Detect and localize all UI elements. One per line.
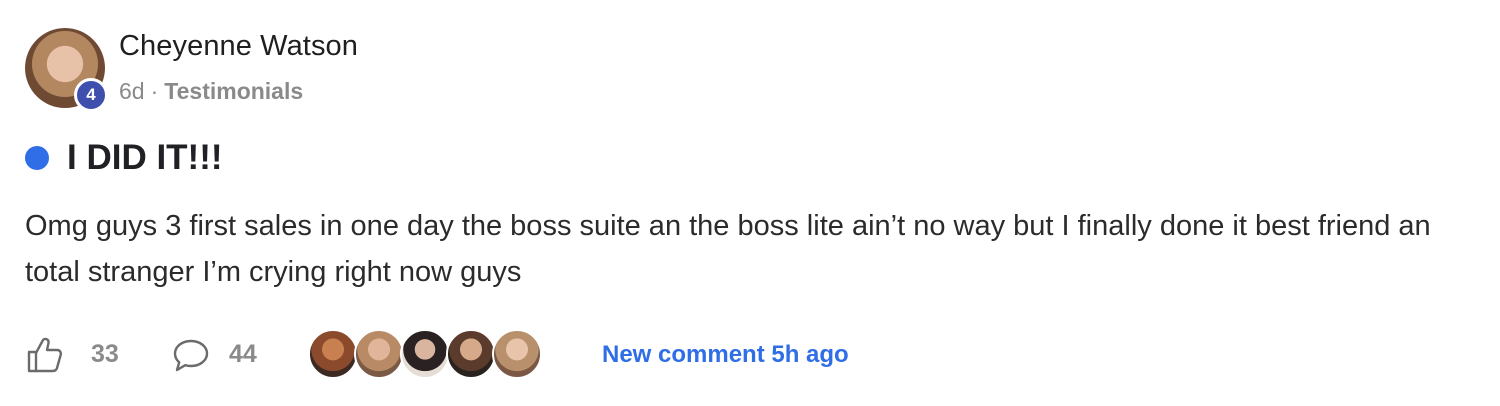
unread-dot-icon — [25, 146, 49, 170]
community-post: 4 Cheyenne Watson 6d · Testimonials I DI… — [0, 0, 1500, 406]
commenter-avatar[interactable] — [446, 329, 496, 379]
new-comment-link[interactable]: New comment 5h ago — [602, 341, 849, 369]
commenter-avatar[interactable] — [400, 329, 450, 379]
speech-bubble-icon[interactable] — [172, 338, 210, 374]
post-meta: 6d · Testimonials — [119, 78, 303, 105]
post-body: Omg guys 3 first sales in one day the bo… — [25, 210, 1431, 288]
meta-separator: · — [150, 78, 159, 104]
post-title-row[interactable]: I DID IT!!! — [25, 138, 223, 178]
commenter-avatar[interactable] — [308, 329, 358, 379]
author-name[interactable]: Cheyenne Watson — [119, 30, 358, 63]
commenter-avatar[interactable] — [492, 329, 542, 379]
thumbs-up-icon[interactable] — [26, 336, 62, 374]
post-title[interactable]: I DID IT!!! — [67, 138, 223, 178]
post-time: 6d — [119, 78, 145, 104]
like-count: 33 — [91, 340, 119, 368]
comment-count: 44 — [229, 340, 257, 368]
post-category[interactable]: Testimonials — [164, 78, 303, 105]
commenter-avatar[interactable] — [354, 329, 404, 379]
author-level-badge: 4 — [74, 78, 108, 112]
recent-commenters[interactable] — [308, 329, 542, 379]
